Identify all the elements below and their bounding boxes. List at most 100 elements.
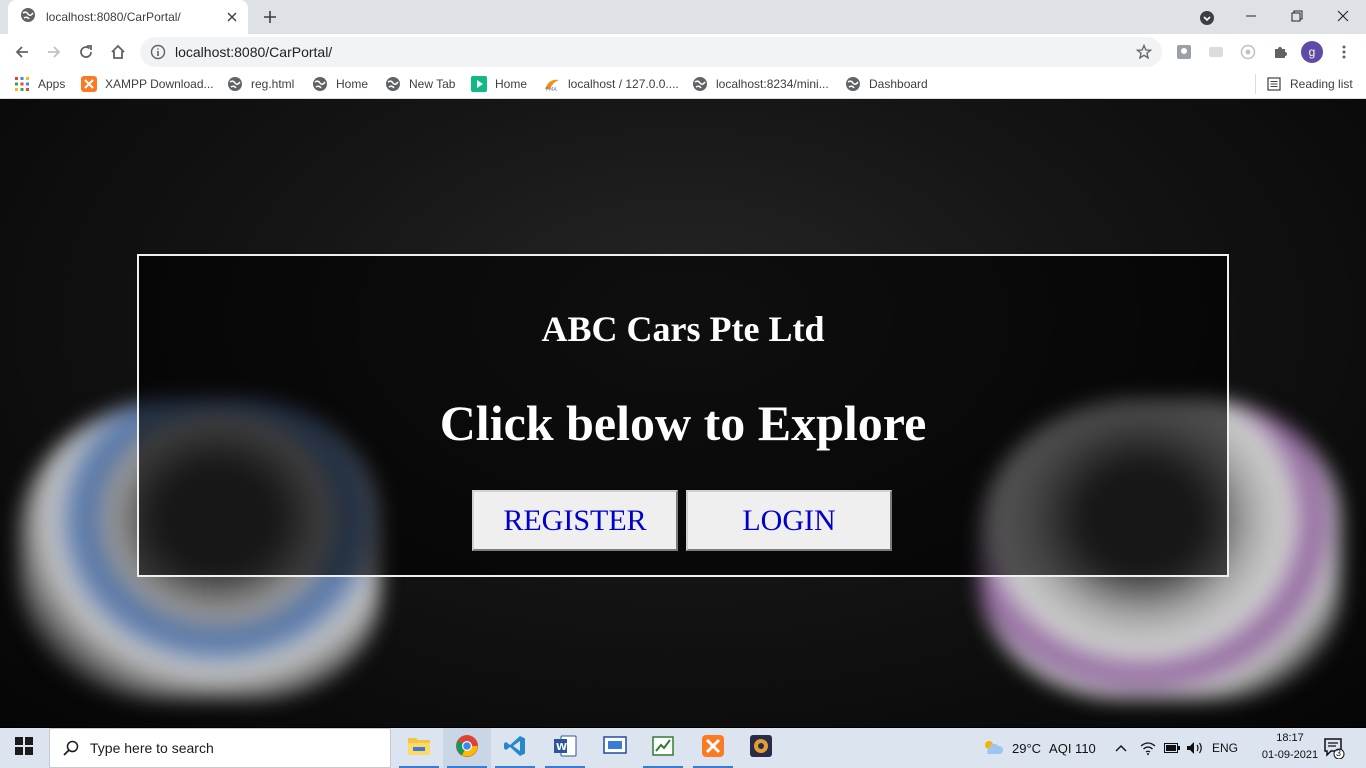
weather-widget[interactable]: 29°C AQI 110 xyxy=(982,728,1096,768)
page-viewport: ABC Cars Pte Ltd Click below to Explore … xyxy=(0,99,1366,727)
taskbar-game-app[interactable] xyxy=(737,728,785,768)
svg-text:W: W xyxy=(556,742,567,753)
vscode-icon xyxy=(503,734,527,763)
taskbar-word[interactable]: W xyxy=(541,728,589,768)
weather-temp: 29°C xyxy=(1012,740,1042,756)
forward-button[interactable] xyxy=(40,38,68,66)
search-icon xyxy=(62,739,80,757)
taskbar-screen-app[interactable] xyxy=(591,728,639,768)
tab-search-icon[interactable] xyxy=(1197,8,1217,28)
taskbar-xampp[interactable] xyxy=(689,728,737,768)
start-button[interactable] xyxy=(0,728,48,768)
reading-list-icon xyxy=(1266,76,1282,92)
bookmark-apps[interactable]: Apps xyxy=(14,75,65,93)
screen-app-icon xyxy=(603,735,627,762)
notification-count-badge: 3 xyxy=(1336,748,1342,758)
search-placeholder: Type here to search xyxy=(90,740,214,756)
windows-taskbar: Type here to search W 29°C AQI 110 ENG 1… xyxy=(0,728,1366,768)
weather-icon xyxy=(982,738,1004,759)
language-indicator[interactable]: ENG xyxy=(1212,728,1238,768)
bookmark-home-2[interactable]: Home xyxy=(471,75,527,93)
bookmark-new-tab[interactable]: New Tab xyxy=(385,75,455,93)
restore-button[interactable] xyxy=(1274,0,1320,32)
word-icon: W xyxy=(553,734,577,763)
bookmarks-bar: Apps XAMPP Download... reg.html Home New… xyxy=(0,70,1366,99)
back-button[interactable] xyxy=(8,38,36,66)
clock-time: 18:17 xyxy=(1276,732,1304,744)
hero-panel: ABC Cars Pte Ltd Click below to Explore … xyxy=(137,254,1229,577)
phpmyadmin-icon: PMA xyxy=(544,76,560,92)
globe-icon xyxy=(385,76,401,92)
minimize-button[interactable] xyxy=(1228,0,1274,32)
close-tab-icon[interactable] xyxy=(224,9,240,25)
register-button[interactable]: REGISTER xyxy=(472,490,678,551)
xampp-icon xyxy=(701,734,725,763)
extensions-puzzle-icon[interactable] xyxy=(1270,42,1290,62)
task-app-icon xyxy=(651,734,675,763)
bookmarks-divider xyxy=(1255,74,1256,94)
taskbar-file-explorer[interactable] xyxy=(395,728,443,768)
login-button[interactable]: LOGIN xyxy=(686,490,892,551)
battery-icon[interactable] xyxy=(1164,728,1180,768)
game-app-icon xyxy=(749,734,773,763)
tab-title: localhost:8080/CarPortal/ xyxy=(46,10,181,24)
reload-button[interactable] xyxy=(72,38,100,66)
file-explorer-icon xyxy=(407,735,431,762)
close-window-button[interactable] xyxy=(1320,0,1366,32)
tab-strip: localhost:8080/CarPortal/ xyxy=(0,0,1366,34)
extension-3-icon[interactable] xyxy=(1238,42,1258,62)
extension-1-icon[interactable] xyxy=(1174,42,1194,62)
weather-aqi: AQI 110 xyxy=(1049,740,1096,756)
browser-tab[interactable]: localhost:8080/CarPortal/ xyxy=(8,0,248,34)
notification-center-button[interactable]: 3 xyxy=(1322,736,1346,760)
bookmark-label: New Tab xyxy=(409,77,456,91)
browser-toolbar: localhost:8080/CarPortal/ xyxy=(0,34,1366,70)
globe-icon xyxy=(692,76,708,92)
taskbar-task-app[interactable] xyxy=(639,728,687,768)
bookmark-label: Dashboard xyxy=(869,77,928,91)
bookmark-label: Home xyxy=(336,77,369,91)
xampp-icon xyxy=(81,76,97,92)
bookmark-xampp[interactable]: XAMPP Download... xyxy=(81,75,214,93)
chrome-menu-icon[interactable] xyxy=(1334,42,1354,62)
play-icon xyxy=(471,76,487,92)
bookmark-phpmyadmin[interactable]: PMA localhost / 127.0.0.... xyxy=(544,75,679,93)
show-hidden-icons-button[interactable] xyxy=(1114,728,1128,768)
bookmark-label: localhost:8234/mini... xyxy=(716,77,829,91)
profile-avatar[interactable]: g xyxy=(1301,41,1323,63)
taskbar-vscode[interactable] xyxy=(491,728,539,768)
taskbar-search-box[interactable]: Type here to search xyxy=(49,728,391,768)
globe-icon xyxy=(845,76,861,92)
url-text[interactable]: localhost:8080/CarPortal/ xyxy=(175,44,1134,60)
bookmark-home-1[interactable]: Home xyxy=(312,75,368,93)
reading-list-label: Reading list xyxy=(1290,77,1353,91)
globe-icon xyxy=(227,76,243,92)
bookmark-label: reg.html xyxy=(251,77,295,91)
bookmark-reg-html[interactable]: reg.html xyxy=(227,75,294,93)
network-icon[interactable] xyxy=(1140,728,1156,768)
company-name: ABC Cars Pte Ltd xyxy=(541,309,825,349)
extension-2-icon[interactable] xyxy=(1206,42,1226,62)
bookmark-star-icon[interactable] xyxy=(1134,42,1154,62)
apps-grid-icon xyxy=(14,76,30,92)
reading-list-button[interactable]: Reading list xyxy=(1266,75,1353,93)
globe-icon xyxy=(312,76,328,92)
globe-icon xyxy=(20,7,36,28)
home-button[interactable] xyxy=(104,38,132,66)
taskbar-chrome[interactable] xyxy=(443,728,491,768)
bookmark-label: XAMPP Download... xyxy=(105,77,214,91)
info-icon[interactable] xyxy=(149,43,167,61)
clock-date: 01-09-2021 xyxy=(1261,749,1319,761)
chrome-icon xyxy=(455,734,479,763)
bookmark-label: Apps xyxy=(38,77,66,91)
svg-text:PMA: PMA xyxy=(546,87,557,92)
bookmark-dashboard[interactable]: Dashboard xyxy=(845,75,928,93)
page-headline: Click below to Explore xyxy=(439,395,927,451)
new-tab-button[interactable] xyxy=(258,5,282,29)
volume-icon[interactable] xyxy=(1186,728,1204,768)
bookmark-label: localhost / 127.0.0.... xyxy=(568,77,679,91)
address-bar[interactable]: localhost:8080/CarPortal/ xyxy=(140,37,1162,67)
system-clock[interactable]: 18:17 01-09-2021 xyxy=(1260,730,1320,766)
bookmark-localhost-8234[interactable]: localhost:8234/mini... xyxy=(692,75,829,93)
windows-logo-icon xyxy=(15,736,33,760)
